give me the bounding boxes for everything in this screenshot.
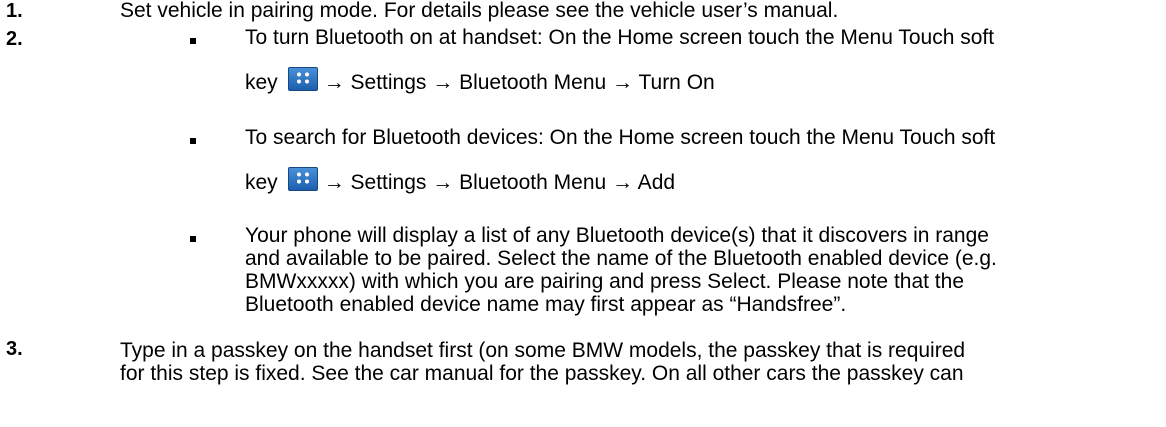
- step-number: 2.: [6, 28, 23, 50]
- bullet-text: To turn Bluetooth on at handset: On the …: [245, 26, 995, 49]
- bullet-text: key → Settings → Bluetooth Menu → Add: [245, 167, 675, 196]
- step-number: 3.: [6, 338, 23, 360]
- bullet-marker: [190, 138, 196, 144]
- bullet-marker: [190, 38, 196, 44]
- menu-path: → Settings → Bluetooth Menu → Turn On: [323, 71, 715, 94]
- step-text: Set vehicle in pairing mode. For details…: [120, 0, 839, 22]
- menu-grid-icon: [287, 67, 318, 91]
- step-number: 1.: [6, 0, 23, 22]
- bullet-marker: [190, 236, 196, 242]
- key-label: key: [245, 171, 278, 194]
- bullet-text: key → Settings → Bluetooth Menu → Turn On: [245, 67, 715, 96]
- menu-grid-icon: [287, 167, 318, 191]
- step-text: for this step is fixed. See the car manu…: [120, 362, 964, 385]
- bullet-text: To search for Bluetooth devices: On the …: [245, 126, 996, 149]
- menu-path: → Settings → Bluetooth Menu → Add: [323, 171, 676, 194]
- bullet-text: Bluetooth enabled device name may first …: [245, 293, 847, 316]
- key-label: key: [245, 71, 278, 94]
